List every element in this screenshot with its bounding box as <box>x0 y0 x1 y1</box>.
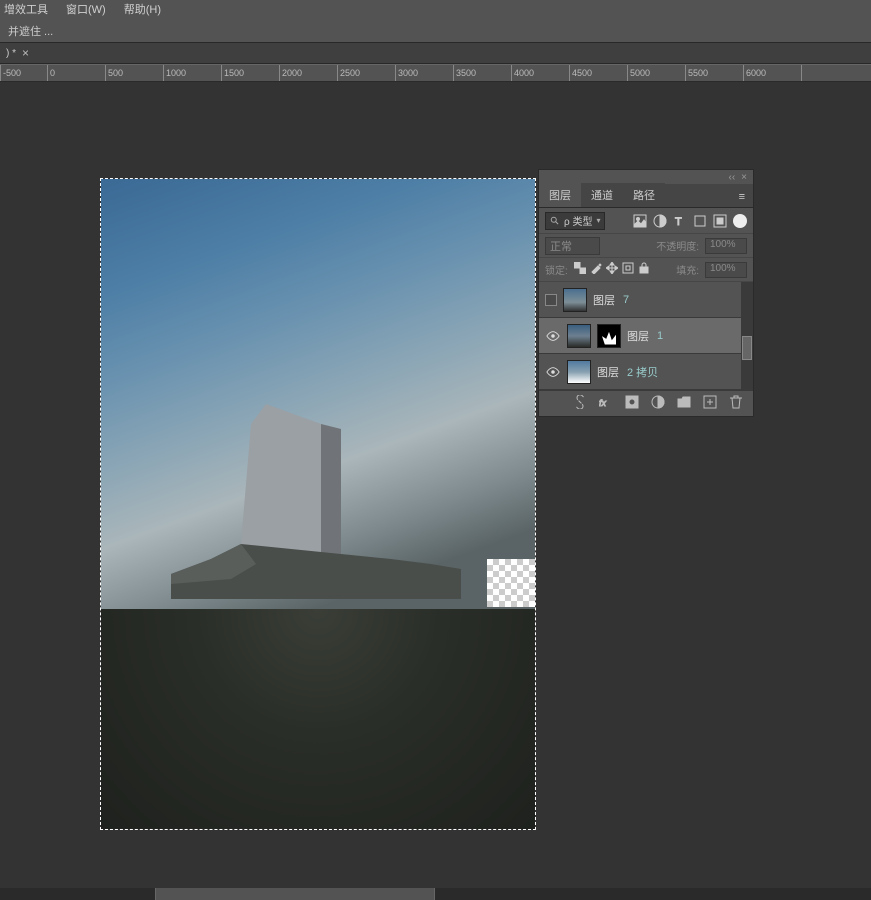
visibility-toggle[interactable] <box>545 294 557 306</box>
panel-tabs: 图层 通道 路径 ≡ <box>539 184 753 208</box>
layer-thumbnail[interactable] <box>563 288 587 312</box>
lock-all-icon[interactable] <box>638 262 650 277</box>
adjustment-icon[interactable] <box>651 395 665 412</box>
layer-mask-thumbnail[interactable] <box>597 324 621 348</box>
svg-text:fx: fx <box>599 398 607 408</box>
lock-artboard-icon[interactable] <box>622 262 634 277</box>
canvas-building <box>171 404 461 624</box>
link-icon[interactable] <box>573 395 587 412</box>
blend-mode-select[interactable]: 正常 <box>545 237 600 255</box>
options-bar: 并遮住 ... <box>0 20 871 42</box>
lock-position-icon[interactable] <box>606 262 618 277</box>
layer-name: 图层 <box>627 328 649 344</box>
fill-value[interactable]: 100% <box>705 262 747 278</box>
canvas-ground <box>101 609 535 829</box>
layer-thumbnail[interactable] <box>567 324 591 348</box>
layer-number: 2 拷贝 <box>627 364 658 380</box>
status-segment[interactable] <box>155 888 435 900</box>
layers-panel: ‹‹ × 图层 通道 路径 ≡ ρ 类型 ▾ T 正常 不透明度: 100% 锁… <box>539 170 753 416</box>
filter-smart-icon[interactable] <box>713 214 727 228</box>
mask-icon[interactable] <box>625 395 639 412</box>
layers-list: 图层 7 图层 1 图层 2 拷贝 <box>539 282 753 390</box>
menu-plugins[interactable]: 增效工具 <box>4 1 48 17</box>
filter-shape-icon[interactable] <box>693 214 707 228</box>
close-icon[interactable]: × <box>22 46 29 60</box>
transparency-checker <box>487 559 535 607</box>
svg-text:T: T <box>675 216 682 228</box>
ruler-horizontal[interactable]: -500 0 500 1000 1500 2000 2500 3000 3500… <box>0 64 871 82</box>
group-icon[interactable] <box>677 395 691 412</box>
document-tab[interactable]: ) * × <box>2 46 33 60</box>
visibility-toggle[interactable] <box>545 328 561 344</box>
close-panel-icon[interactable]: × <box>741 172 747 183</box>
fill-label: 填充: <box>676 262 699 277</box>
panel-topbar: ‹‹ × <box>539 170 753 184</box>
layer-name: 图层 <box>593 292 615 308</box>
layer-thumbnail[interactable] <box>567 360 591 384</box>
panel-bottom: fx <box>539 390 753 416</box>
scrollbar-thumb[interactable] <box>742 336 752 360</box>
lock-pixels-icon[interactable] <box>590 262 602 277</box>
trash-icon[interactable] <box>729 395 743 412</box>
opacity-value[interactable]: 100% <box>705 238 747 254</box>
opacity-label: 不透明度: <box>656 238 699 253</box>
collapse-icon[interactable]: ‹‹ <box>728 172 735 183</box>
menubar: 增效工具 窗口(W) 帮助(H) <box>0 0 871 18</box>
tab-layers[interactable]: 图层 <box>539 183 581 207</box>
layer-number: 1 <box>657 330 663 342</box>
tab-channels[interactable]: 通道 <box>581 183 623 207</box>
layer-item[interactable]: 图层 7 <box>539 282 753 318</box>
options-text[interactable]: 并遮住 ... <box>2 21 59 41</box>
layer-name: 图层 <box>597 364 619 380</box>
layer-item[interactable]: 图层 2 拷贝 <box>539 354 753 390</box>
document-tabs: ) * × <box>0 42 871 64</box>
lock-row: 锁定: 填充: 100% <box>539 258 753 282</box>
layer-number: 7 <box>623 294 629 306</box>
filter-pixel-icon[interactable] <box>633 214 647 228</box>
status-bar <box>0 888 871 900</box>
fx-icon[interactable]: fx <box>599 395 613 412</box>
tab-label: ) * <box>6 48 16 59</box>
new-layer-icon[interactable] <box>703 395 717 412</box>
layer-item[interactable]: 图层 1 <box>539 318 753 354</box>
filter-row: ρ 类型 ▾ T <box>539 208 753 234</box>
tab-paths[interactable]: 路径 <box>623 183 665 207</box>
scrollbar[interactable] <box>741 282 753 390</box>
lock-label: 锁定: <box>545 262 568 277</box>
menu-window[interactable]: 窗口(W) <box>66 1 106 17</box>
blend-row: 正常 不透明度: 100% <box>539 234 753 258</box>
panel-menu-icon[interactable]: ≡ <box>731 187 753 207</box>
filter-toggle[interactable] <box>733 214 747 228</box>
menu-help[interactable]: 帮助(H) <box>124 1 161 17</box>
filter-kind-select[interactable]: ρ 类型 ▾ <box>545 212 605 230</box>
visibility-toggle[interactable] <box>545 364 561 380</box>
filter-adjust-icon[interactable] <box>653 214 667 228</box>
filter-type-icon[interactable]: T <box>673 214 687 228</box>
canvas[interactable] <box>101 179 535 829</box>
lock-transparency-icon[interactable] <box>574 262 586 277</box>
